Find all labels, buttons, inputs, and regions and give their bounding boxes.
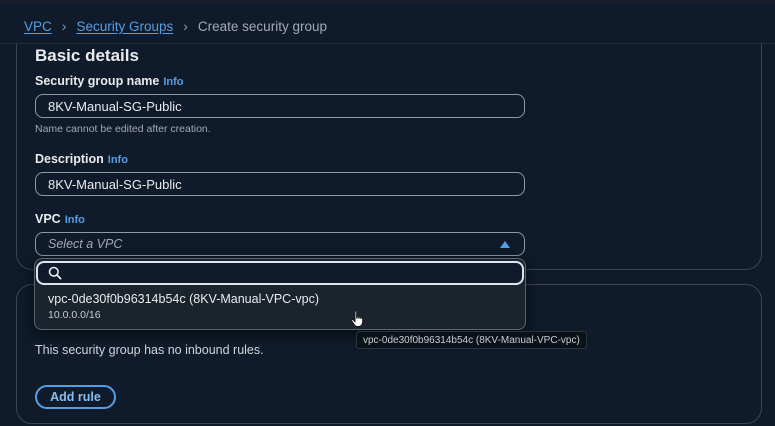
section-title: Basic details [35, 46, 139, 65]
input-value: 8KV-Manual-SG-Public [48, 98, 182, 114]
breadcrumb-link-security-groups[interactable]: Security Groups [76, 19, 173, 34]
label-text: Security group name [35, 74, 160, 88]
vpc-option-tooltip: vpc-0de30f0b96314b54c (8KV-Manual-VPC-vp… [356, 331, 587, 349]
vpc-option[interactable]: vpc-0de30f0b96314b54c (8KV-Manual-VPC-vp… [36, 287, 524, 327]
info-link[interactable]: Info [163, 76, 183, 88]
input-value: 8KV-Manual-SG-Public [48, 176, 182, 192]
vpc-dropdown: vpc-0de30f0b96314b54c (8KV-Manual-VPC-vp… [34, 258, 526, 330]
chevron-right-icon: › [61, 18, 67, 34]
info-link[interactable]: Info [65, 214, 85, 226]
security-group-name-label: Security group name Info [35, 74, 184, 88]
chevron-right-icon: › [183, 18, 188, 34]
vpc-select-placeholder: Select a VPC [48, 237, 123, 251]
vpc-select[interactable]: Select a VPC [35, 232, 525, 256]
top-strip [0, 0, 775, 3]
vpc-option-label: vpc-0de30f0b96314b54c (8KV-Manual-VPC-vp… [48, 292, 319, 306]
label-text: VPC [35, 212, 61, 226]
breadcrumb-current: Create security group [197, 18, 327, 34]
vpc-label: VPC Info [35, 212, 85, 226]
name-hint: Name cannot be edited after creation. [35, 123, 211, 135]
vpc-option-cidr: 10.0.0.0/16 [48, 309, 101, 321]
caret-up-icon [500, 240, 510, 248]
no-inbound-rules-text: This security group has no inbound rules… [35, 343, 264, 357]
search-icon [48, 266, 62, 280]
add-rule-button[interactable]: Add rule [35, 385, 116, 409]
description-label: Description Info [35, 152, 128, 166]
security-group-name-input[interactable]: 8KV-Manual-SG-Public [35, 94, 525, 118]
info-link[interactable]: Info [108, 154, 128, 166]
vpc-search-input[interactable] [36, 261, 524, 285]
hand-cursor-icon [350, 310, 366, 333]
description-input[interactable]: 8KV-Manual-SG-Public [35, 172, 525, 196]
label-text: Description [35, 152, 104, 166]
breadcrumb-link-vpc[interactable]: VPC [24, 19, 52, 34]
breadcrumb: VPC › Security Groups › Create security … [24, 17, 327, 35]
